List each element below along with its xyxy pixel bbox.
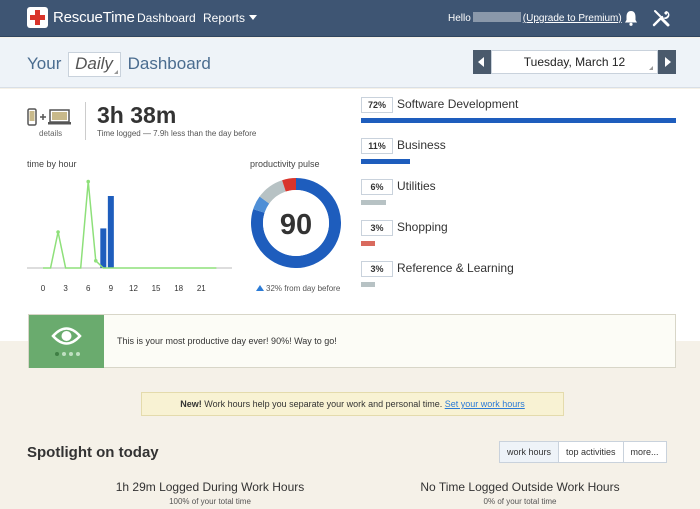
category-percent: 72%: [361, 97, 393, 113]
pulse-score: 90: [280, 209, 312, 241]
outside-hours-stat: No Time Logged Outside Work Hours 0% of …: [400, 480, 640, 506]
category-name: Business: [397, 138, 446, 152]
category-bar: [361, 241, 375, 246]
bell-icon[interactable]: [622, 9, 640, 27]
top-navbar: RescueTime Dashboard Reports Hello (Upgra…: [0, 0, 700, 37]
hour-bar[interactable]: [107, 196, 114, 268]
category-item[interactable]: 3% Shopping: [361, 220, 676, 256]
page-title: Your Daily Dashboard: [27, 52, 211, 77]
outside-hours-stat-share: 0% of your total time: [483, 497, 557, 506]
banner-message: This is your most productive day ever! 9…: [117, 336, 337, 346]
category-percent: 3%: [361, 261, 393, 277]
category-item[interactable]: 6% Utilities: [361, 179, 676, 215]
date-navigator: Tuesday, March 12: [473, 50, 676, 74]
hour-point: [56, 230, 60, 234]
x-tick-label: 3: [63, 284, 68, 293]
previous-day-button[interactable]: [473, 50, 491, 74]
category-percent: 6%: [361, 179, 393, 195]
notice-new-label: New!: [180, 399, 202, 409]
time-by-hour-label: time by hour: [27, 159, 77, 169]
devices-icon[interactable]: [27, 108, 73, 126]
hour-point: [93, 259, 98, 263]
category-percent: 11%: [361, 138, 393, 154]
category-bar: [361, 118, 676, 123]
settings-tools-icon[interactable]: [651, 8, 671, 28]
set-work-hours-link[interactable]: Set your work hours: [445, 399, 525, 409]
logo-cross-icon: [27, 7, 48, 28]
category-item[interactable]: 3% Reference & Learning: [361, 261, 676, 297]
x-tick-label: 12: [129, 284, 138, 293]
details-link[interactable]: details: [39, 129, 62, 138]
arrow-up-icon: [256, 285, 264, 291]
category-item[interactable]: 11% Business: [361, 138, 676, 174]
x-tick-label: 15: [152, 284, 161, 293]
title-dashboard: Dashboard: [127, 54, 211, 73]
category-name: Software Development: [397, 97, 519, 111]
productivity-pulse-label: productivity pulse: [250, 159, 320, 169]
category-name: Reference & Learning: [397, 261, 514, 275]
productivity-pulse-donut: 90: [251, 178, 341, 268]
chevron-down-icon: [249, 15, 258, 20]
category-name: Shopping: [397, 220, 448, 234]
category-percent: 3%: [361, 220, 393, 236]
pulse-segment: [282, 178, 297, 192]
tab-more[interactable]: more...: [622, 441, 667, 463]
upgrade-link[interactable]: (Upgrade to Premium): [523, 13, 622, 24]
x-tick-label: 6: [86, 284, 91, 293]
logo-text: RescueTime: [53, 9, 135, 26]
time-by-hour-chart: 0 3 6 9 12 15 18 21: [27, 179, 232, 293]
category-bar: [361, 200, 386, 205]
category-name: Utilities: [397, 179, 436, 193]
banner-icon-panel: [29, 315, 104, 368]
work-hours-stat-share: 100% of your total time: [169, 497, 251, 506]
hello-label: Hello: [448, 13, 471, 24]
work-hours-stat-value: 1h 29m Logged During Work Hours: [115, 480, 305, 494]
category-item[interactable]: 72% Software Development: [361, 97, 676, 133]
divider: [85, 102, 86, 140]
eye-icon: [51, 327, 82, 345]
user-greeting: Hello (Upgrade to Premium): [448, 12, 622, 24]
x-tick-label: 18: [174, 284, 183, 293]
notice-text: Work hours help you separate your work a…: [201, 399, 445, 409]
time-logged-subtitle: Time logged — 7.9h less than the day bef…: [97, 129, 257, 138]
banner-pager[interactable]: [55, 352, 80, 356]
x-tick-label: 21: [197, 284, 206, 293]
category-bar: [361, 282, 375, 287]
period-selector[interactable]: Daily: [68, 52, 121, 77]
spotlight-tabs: work hours top activities more...: [499, 441, 667, 463]
category-bar: [361, 159, 410, 164]
pulse-change: 32% from day before: [256, 284, 340, 293]
x-tick-label: 0: [41, 284, 46, 293]
next-day-button[interactable]: [658, 50, 676, 74]
title-your: Your: [27, 54, 62, 73]
tab-work-hours[interactable]: work hours: [499, 441, 560, 463]
x-tick-label: 9: [109, 284, 114, 293]
nav-reports[interactable]: Reports: [203, 11, 258, 25]
tab-top-activities[interactable]: top activities: [558, 441, 624, 463]
pulse-segment: [253, 196, 270, 214]
user-name-redacted: [472, 12, 521, 22]
nav-dashboard[interactable]: Dashboard: [137, 11, 196, 25]
date-picker[interactable]: Tuesday, March 12: [491, 50, 658, 74]
nav-reports-label: Reports: [203, 11, 246, 25]
pulse-change-text: 32% from day before: [266, 284, 341, 293]
hour-line: [43, 181, 217, 269]
total-time-logged: 3h 38m: [97, 102, 177, 128]
hour-point: [86, 179, 91, 184]
spotlight-title: Spotlight on today: [27, 444, 159, 461]
productive-day-banner: This is your most productive day ever! 9…: [28, 314, 676, 368]
hour-bar[interactable]: [100, 228, 107, 268]
outside-hours-stat-value: No Time Logged Outside Work Hours: [420, 480, 620, 494]
work-hours-notice: New! Work hours help you separate your w…: [141, 392, 564, 416]
work-hours-stat: 1h 29m Logged During Work Hours 100% of …: [90, 480, 330, 506]
rescuetime-logo[interactable]: RescueTime: [27, 7, 135, 28]
